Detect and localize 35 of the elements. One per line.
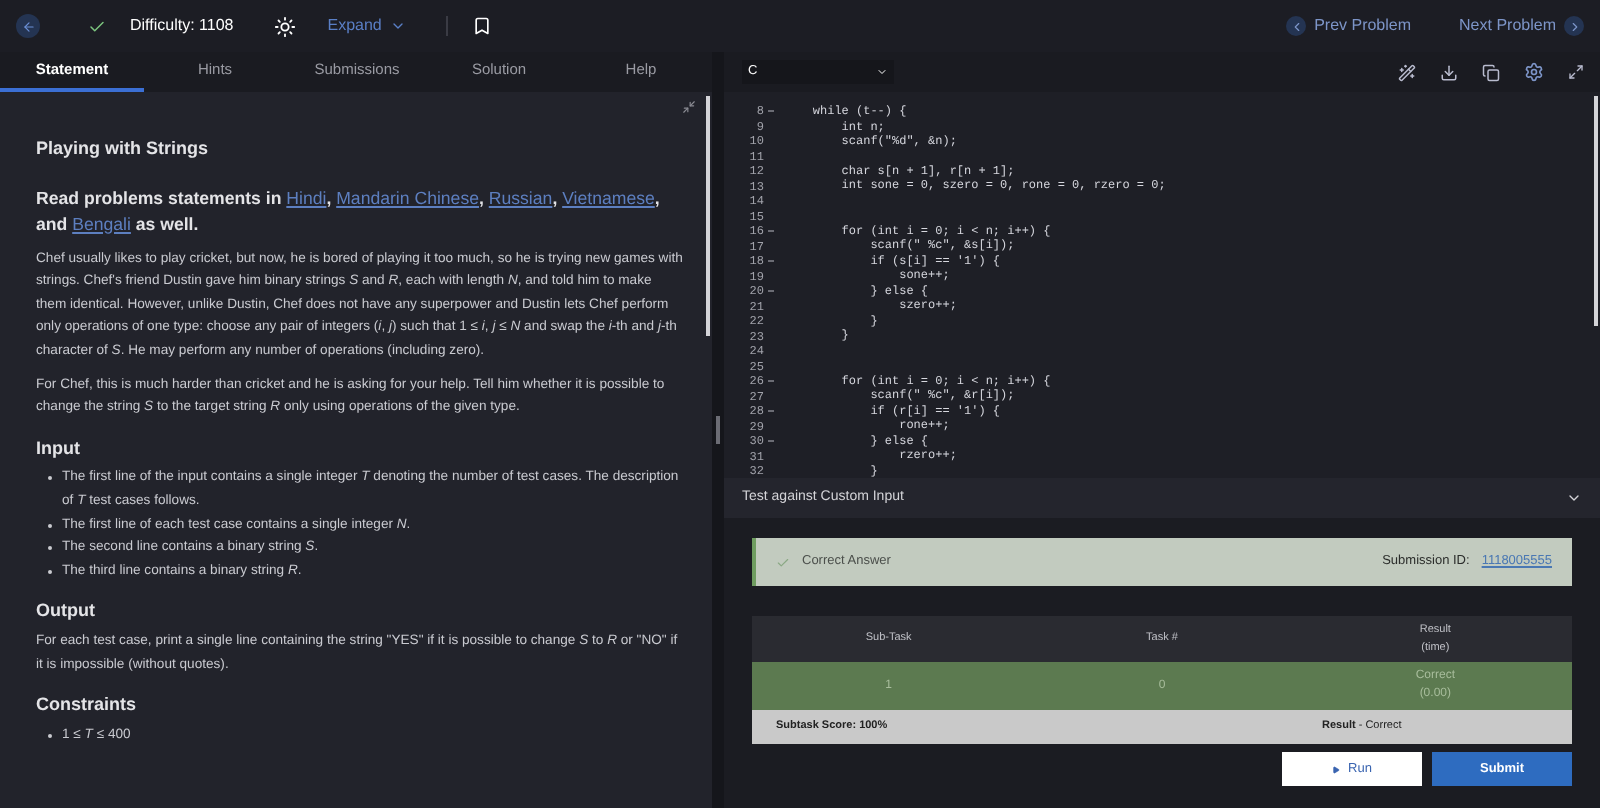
chevron-right-icon	[1567, 19, 1581, 33]
language-link[interactable]: Russian	[488, 187, 553, 208]
chevron-down-icon[interactable]	[1566, 490, 1582, 506]
section-heading: Input	[36, 437, 82, 461]
caret-icon	[876, 66, 888, 78]
language-link[interactable]: Vietnamese	[562, 187, 655, 208]
copy-icon[interactable]	[1482, 63, 1500, 81]
scrollbar[interactable]	[1594, 96, 1598, 326]
chevron-down-icon	[389, 18, 406, 34]
language-link[interactable]: Hindi	[286, 187, 327, 208]
prev-problem-button[interactable]: Prev Problem	[1286, 14, 1412, 38]
magic-wand-icon[interactable]	[1398, 63, 1416, 81]
chevron-left-icon	[1289, 19, 1304, 33]
languages-heading: Read problems statements in Hindi, Mandarin Chinese, Russian, Vietnamese, and Bengali as well.	[36, 185, 662, 238]
scrollbar[interactable]	[706, 96, 710, 336]
download-icon[interactable]	[1440, 63, 1458, 81]
check-icon	[776, 555, 790, 569]
expand-button[interactable]: Expand	[327, 14, 406, 38]
problem-title: Playing with Strings	[36, 138, 211, 162]
section-heading: Constraints	[36, 694, 139, 718]
language-link[interactable]: Bengali	[72, 213, 131, 234]
difficulty-label: Difficulty: 1108	[130, 14, 234, 38]
arrow-left-icon	[21, 19, 35, 33]
fullscreen-icon[interactable]	[1568, 64, 1584, 80]
bookmark-icon[interactable]	[471, 16, 492, 36]
settings-icon[interactable]	[1524, 62, 1544, 82]
collapse-icon[interactable]	[682, 100, 696, 114]
play-icon	[1332, 765, 1341, 773]
resize-handle[interactable]	[716, 416, 720, 444]
sun-icon[interactable]	[273, 15, 296, 37]
back-button[interactable]	[16, 14, 40, 38]
section-heading: Output	[36, 600, 97, 624]
check-icon	[88, 17, 106, 35]
next-problem-button[interactable]: Next Problem	[1459, 14, 1584, 38]
language-link[interactable]: Mandarin Chinese	[336, 187, 479, 208]
